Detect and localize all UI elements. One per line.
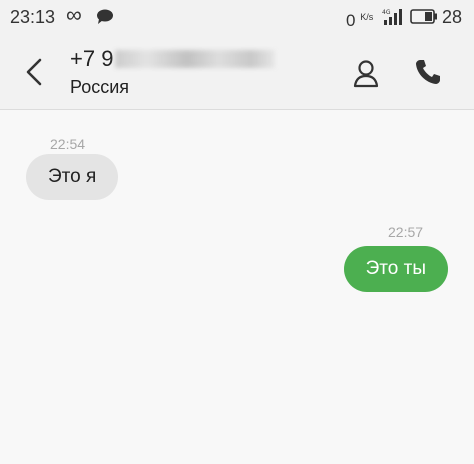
phone-icon[interactable] [414,58,442,86]
person-icon[interactable] [352,58,380,88]
signal-4g-icon: 4G [382,9,402,25]
infinity-icon: ∞ [66,2,82,27]
message-timestamp: 22:54 [50,136,86,152]
battery-icon [410,9,437,24]
status-time: 23:13 [10,7,56,27]
network-speed: 0 K/s [346,6,373,32]
messaging-screen: 23:13 ∞ 0 K/s 4G 28 +7 9 Россия 22:54 Эт… [0,0,474,464]
network-speed-unit: K/s [360,12,374,22]
message-timestamp: 22:57 [388,224,424,240]
incoming-message-bubble[interactable]: Это я [26,154,119,200]
phone-prefix: +7 9 [70,46,114,71]
svg-text:4G: 4G [382,9,391,16]
network-speed-value: 0 [346,11,356,30]
chat-bubble-icon [97,9,113,24]
phone-blurred-digits [115,50,276,68]
battery-level: 28 [442,7,463,27]
contact-country: Россия [70,77,130,97]
contact-phone-number: +7 9 [70,46,276,72]
outgoing-message-bubble[interactable]: Это ты [343,246,448,292]
status-bar: 23:13 ∞ 0 K/s 4G 28 [0,0,474,34]
conversation-header: +7 9 Россия [0,34,474,110]
chevron-left-icon[interactable] [20,56,48,88]
message-list[interactable]: 22:54 Это я 22:57 Это ты [0,110,474,464]
